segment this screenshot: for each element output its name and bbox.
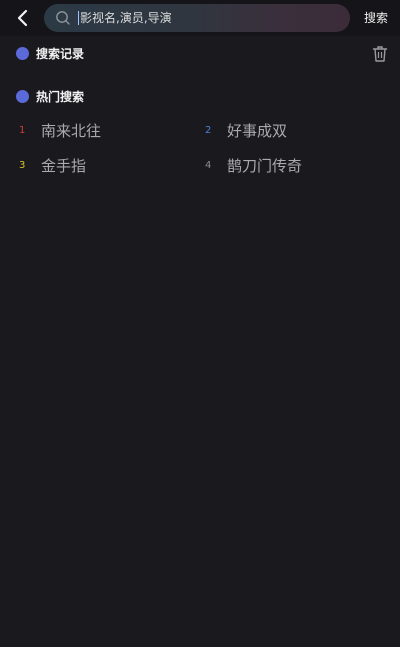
back-button[interactable] bbox=[10, 4, 36, 32]
chevron-left-icon bbox=[17, 9, 28, 27]
hot-search-item[interactable]: 2 好事成双 bbox=[205, 119, 287, 141]
search-history-header: 搜索记录 bbox=[16, 44, 84, 62]
hot-search-item[interactable]: 1 南来北往 bbox=[19, 119, 101, 141]
hot-search-label: 鹊刀门传奇 bbox=[227, 156, 303, 175]
bullet-dot-icon bbox=[16, 46, 29, 60]
search-box[interactable] bbox=[44, 4, 350, 32]
rank-number: 4 bbox=[205, 159, 212, 171]
hot-search-item[interactable]: 3 金手指 bbox=[19, 154, 86, 176]
hot-search-label: 南来北往 bbox=[41, 121, 102, 140]
hot-search-label: 金手指 bbox=[41, 156, 87, 175]
search-screen: 搜索 搜索记录 热门搜索 1 南来北往 2 好事成双 3 金手指 4 鹊刀门传奇 bbox=[0, 0, 400, 647]
top-bar: 搜索 bbox=[0, 0, 400, 36]
search-icon bbox=[56, 11, 70, 25]
rank-number: 3 bbox=[19, 159, 26, 171]
hot-search-item[interactable]: 4 鹊刀门传奇 bbox=[205, 154, 302, 176]
hot-search-title: 热门搜索 bbox=[36, 89, 85, 104]
bullet-dot-icon bbox=[16, 89, 29, 103]
rank-number: 2 bbox=[205, 124, 212, 136]
hot-search-header: 热门搜索 bbox=[16, 87, 84, 105]
search-button[interactable]: 搜索 bbox=[360, 9, 392, 27]
search-input[interactable] bbox=[80, 8, 330, 28]
text-cursor bbox=[78, 11, 79, 25]
hot-search-label: 好事成双 bbox=[227, 121, 288, 140]
search-history-title: 搜索记录 bbox=[36, 46, 85, 61]
rank-number: 1 bbox=[19, 124, 26, 136]
clear-history-button[interactable] bbox=[372, 45, 388, 63]
trash-icon bbox=[372, 46, 388, 62]
